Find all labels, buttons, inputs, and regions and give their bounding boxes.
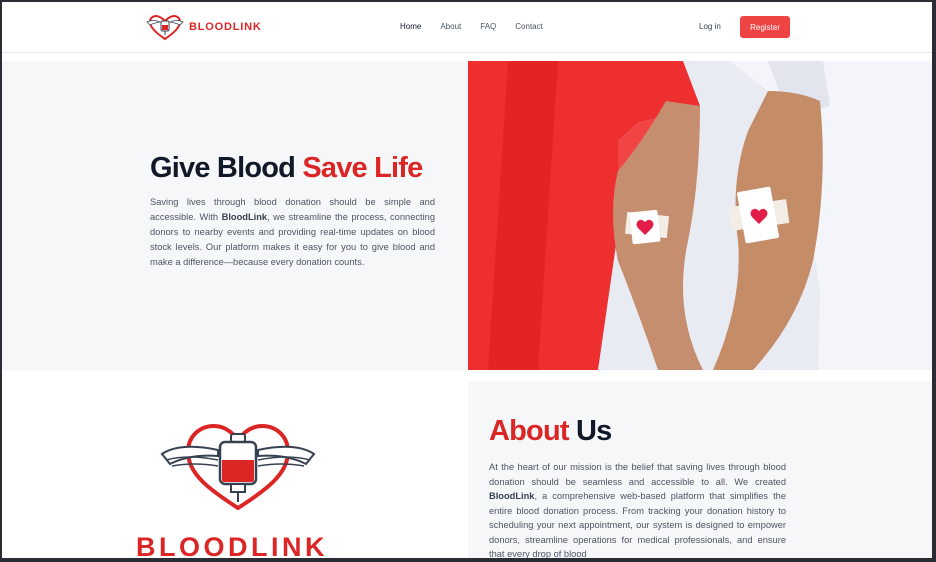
brand-logo[interactable]: BLOODLINK <box>145 13 262 41</box>
donor-arms-photo <box>468 61 932 370</box>
hero-description: Saving lives through blood donation shou… <box>150 195 435 270</box>
photo-illustration <box>468 61 932 370</box>
about-logo-text: BLOODLINK <box>136 532 328 558</box>
nav-link-contact[interactable]: Contact <box>515 22 543 31</box>
about-title-red: About <box>489 415 570 447</box>
hero-title-red: Save Life <box>302 152 423 184</box>
top-navbar: BLOODLINK Home About FAQ Contact Log in … <box>2 2 932 53</box>
nav-link-home[interactable]: Home <box>400 22 421 31</box>
login-link[interactable]: Log in <box>699 22 721 31</box>
browser-page: BLOODLINK Home About FAQ Contact Log in … <box>2 2 932 558</box>
about-title: About Us <box>489 415 612 448</box>
about-description: At the heart of our mission is the belie… <box>489 460 786 558</box>
brand-name: BLOODLINK <box>189 21 262 33</box>
hero-title-dark: Give Blood <box>150 152 303 184</box>
register-button[interactable]: Register <box>740 16 790 38</box>
heart-blood-bag-wings-icon <box>160 423 316 511</box>
about-title-dark: Us <box>568 415 612 447</box>
about-text-before: At the heart of our mission is the belie… <box>489 462 786 487</box>
about-text-after: , a comprehensive web-based platform tha… <box>489 491 786 558</box>
hero-text-brand: BloodLink <box>221 212 268 222</box>
nav-link-faq[interactable]: FAQ <box>480 22 496 31</box>
nav-links: Home About FAQ Contact <box>400 22 562 31</box>
hero-title: Give Blood Save Life <box>150 152 423 185</box>
heart-blood-bag-wings-icon <box>146 14 184 41</box>
nav-link-about[interactable]: About <box>440 22 461 31</box>
about-text-brand: BloodLink <box>489 491 535 501</box>
